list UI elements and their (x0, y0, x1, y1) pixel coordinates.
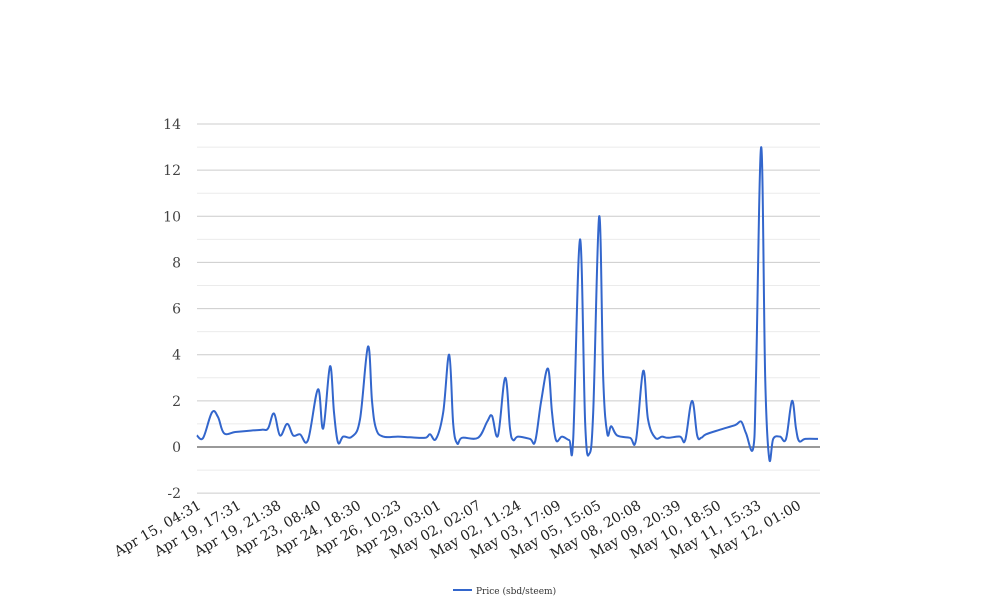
y-tick-label: 12 (163, 163, 181, 179)
legend[interactable]: Price (sbd/steem) (453, 586, 556, 597)
y-tick-label: 14 (163, 117, 181, 133)
y-tick-label: 4 (172, 348, 181, 364)
legend-label: Price (sbd/steem) (476, 586, 556, 597)
series-line-price (196, 146, 819, 462)
y-tick-label: 0 (172, 440, 181, 456)
y-tick-label: -2 (167, 486, 181, 502)
y-tick-label: 6 (172, 302, 181, 318)
price-chart: -202468101214 Apr 15, 04:31Apr 19, 17:31… (111, 117, 820, 597)
y-tick-label: 8 (172, 255, 181, 271)
y-tick-label: 10 (163, 209, 181, 225)
y-tick-label: 2 (172, 394, 181, 410)
